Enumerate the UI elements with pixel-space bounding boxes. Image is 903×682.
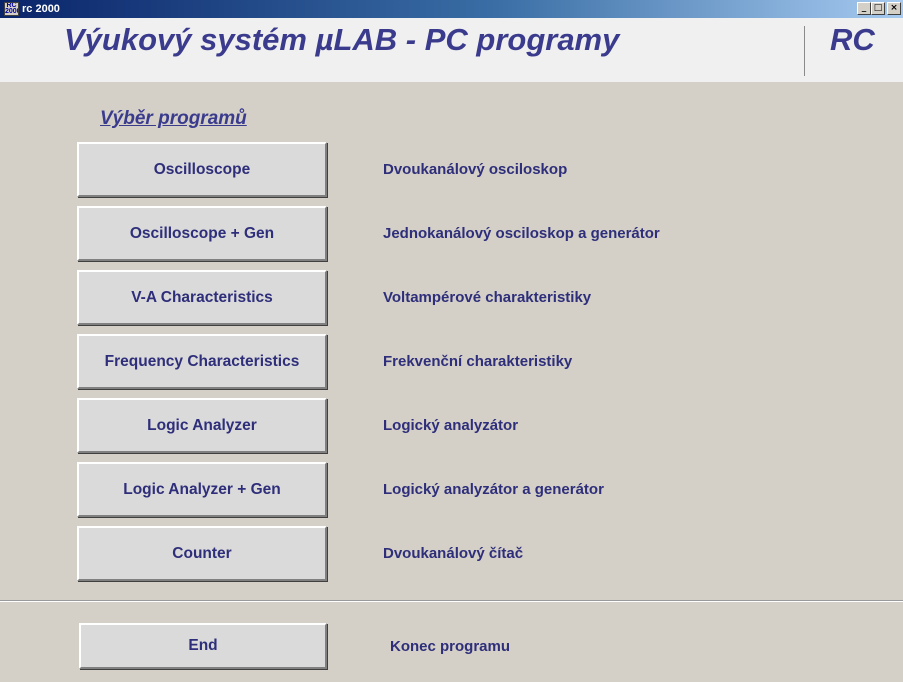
oscilloscope-gen-description: Jednokanálový osciloskop a generátor (383, 225, 660, 242)
minimize-button[interactable]: _ (857, 2, 871, 15)
logic-analyzer-description: Logický analyzátor (383, 417, 519, 434)
divider-highlight (0, 601, 903, 602)
section-heading: Výběr programů (100, 108, 247, 129)
header-divider (804, 26, 805, 76)
close-button[interactable]: × (887, 2, 901, 15)
end-description: Konec programu (390, 638, 511, 655)
title-bar: RC 2000 rc 2000 _ □ × (0, 0, 903, 18)
oscilloscope-description: Dvoukanálový osciloskop (383, 161, 568, 178)
page-title: Výukový systém µLAB - PC programy (64, 22, 620, 57)
counter-button[interactable]: Counter (77, 526, 327, 581)
va-characteristics-description: Voltampérové charakteristiky (383, 289, 592, 306)
oscilloscope-gen-button[interactable]: Oscilloscope + Gen (77, 206, 327, 261)
oscilloscope-button[interactable]: Oscilloscope (77, 142, 327, 197)
rc-logo: RC (830, 22, 875, 57)
maximize-button[interactable]: □ (871, 2, 885, 15)
frequency-characteristics-description: Frekvenční charakteristiky (383, 353, 573, 370)
header-banner: Výukový systém µLAB - PC programy RC (0, 18, 903, 82)
logic-analyzer-button[interactable]: Logic Analyzer (77, 398, 327, 453)
app-icon: RC 2000 (4, 2, 19, 16)
frequency-characteristics-button[interactable]: Frequency Characteristics (77, 334, 327, 389)
counter-description: Dvoukanálový čítač (383, 545, 524, 562)
window-title: rc 2000 (22, 3, 60, 15)
logic-analyzer-gen-button[interactable]: Logic Analyzer + Gen (77, 462, 327, 517)
va-characteristics-button[interactable]: V-A Characteristics (77, 270, 327, 325)
logic-analyzer-gen-description: Logický analyzátor a generátor (383, 481, 604, 498)
end-button[interactable]: End (79, 623, 327, 669)
